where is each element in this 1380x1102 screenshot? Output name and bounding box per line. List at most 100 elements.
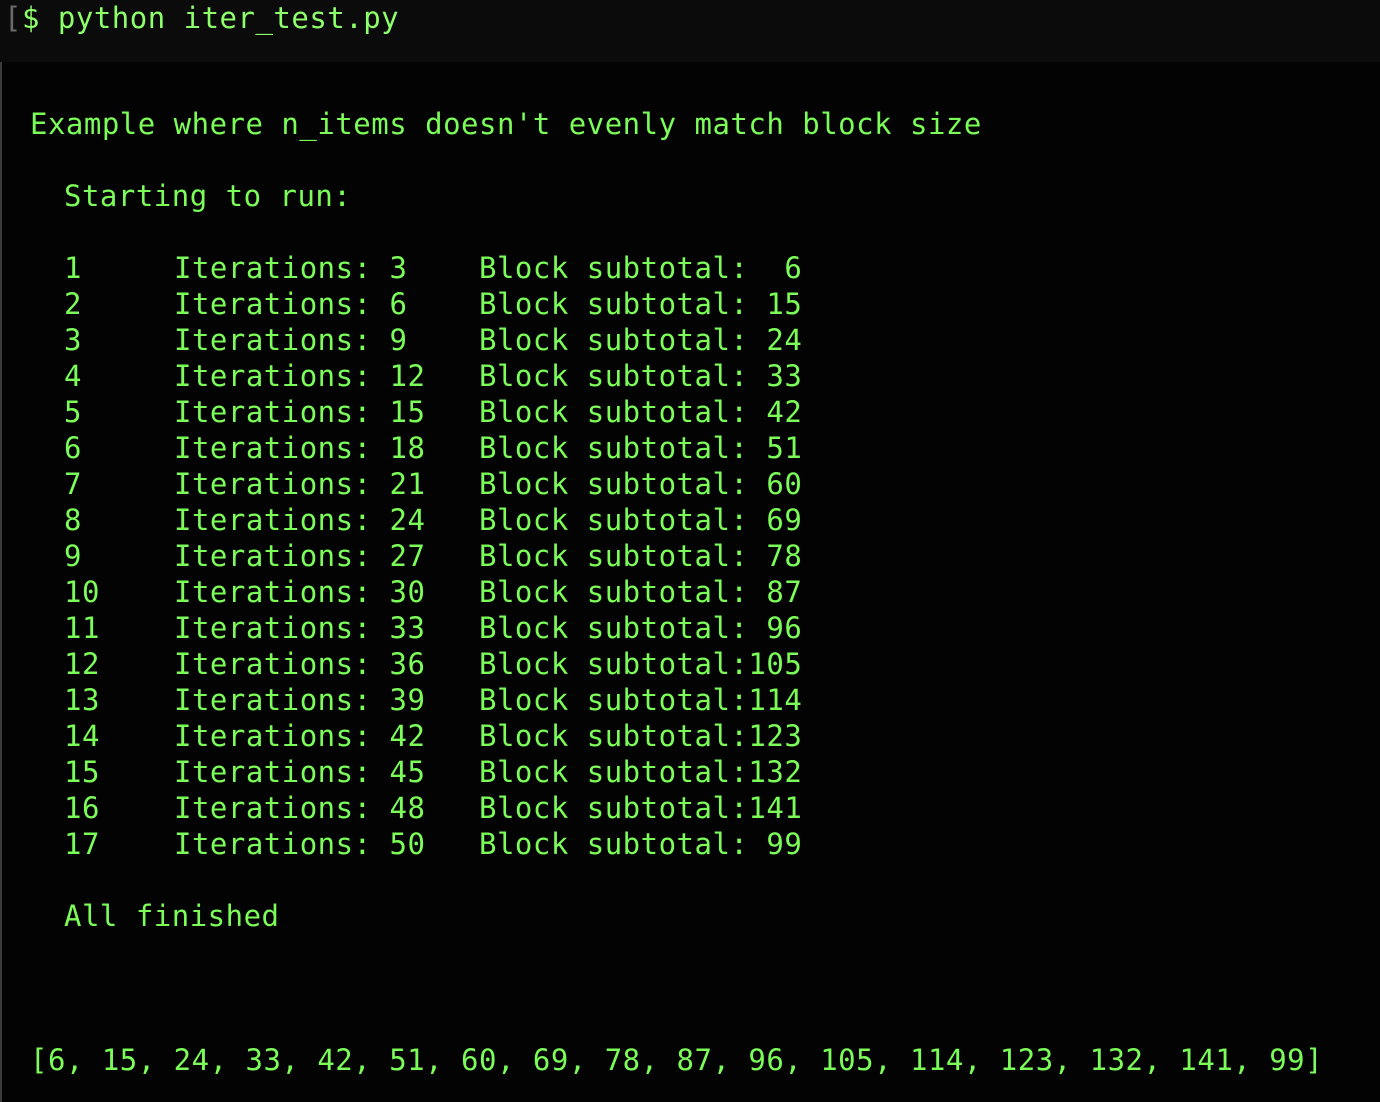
iterations-label: Iterations:: [174, 539, 372, 573]
row-number: 9: [64, 539, 82, 573]
block-subtotal-cell: Block subtotal: 96: [479, 610, 802, 646]
table-row: 1 Iterations: 3 Block subtotal: 6: [64, 250, 802, 286]
block-subtotal-value: 24: [748, 323, 803, 357]
iterations-value: 3: [389, 251, 408, 285]
iterations-cell: Iterations: 18: [174, 430, 479, 466]
iterations-value: 12: [389, 359, 426, 393]
row-number: 14: [64, 719, 100, 753]
block-subtotal-value: 69: [748, 503, 803, 537]
table-row: 3 Iterations: 9 Block subtotal: 24: [64, 322, 802, 358]
iterations-label: Iterations:: [174, 323, 372, 357]
iterations-value: 24: [389, 503, 426, 537]
block-subtotal-cell: Block subtotal:114: [479, 682, 802, 718]
iterations-cell: Iterations: 21: [174, 466, 479, 502]
iterations-cell: Iterations: 9: [174, 322, 479, 358]
block-subtotal-value: 60: [748, 467, 803, 501]
block-subtotal-value: 78: [748, 539, 803, 573]
finished-message: All finished: [64, 899, 280, 933]
row-number: 2: [64, 287, 82, 321]
output-header: Example where n_items doesn't evenly mat…: [30, 107, 982, 141]
table-row: 9 Iterations: 27 Block subtotal: 78: [64, 538, 802, 574]
block-subtotal-cell: Block subtotal: 15: [479, 286, 802, 322]
block-subtotal-label: Block subtotal:: [479, 431, 749, 465]
row-number: 4: [64, 359, 82, 393]
block-subtotal-cell: Block subtotal: 6: [479, 250, 802, 286]
block-subtotal-value: 141: [748, 791, 803, 825]
iterations-value: 33: [389, 611, 426, 645]
iterations-cell: Iterations: 27: [174, 538, 479, 574]
block-subtotal-cell: Block subtotal: 69: [479, 502, 802, 538]
block-subtotal-value: 105: [748, 647, 803, 681]
block-subtotal-value: 6: [748, 251, 803, 285]
iterations-label: Iterations:: [174, 755, 372, 789]
table-row: 17 Iterations: 50 Block subtotal: 99: [64, 826, 802, 862]
iterations-cell: Iterations: 15: [174, 394, 479, 430]
table-row: 10 Iterations: 30 Block subtotal: 87: [64, 574, 802, 610]
iterations-cell: Iterations: 24: [174, 502, 479, 538]
iterations-value: 9: [389, 323, 408, 357]
iterations-label: Iterations:: [174, 395, 372, 429]
row-number: 17: [64, 827, 100, 861]
block-subtotal-cell: Block subtotal: 60: [479, 466, 802, 502]
iterations-cell: Iterations: 33: [174, 610, 479, 646]
block-subtotal-label: Block subtotal:: [479, 251, 749, 285]
block-subtotal-cell: Block subtotal:132: [479, 754, 802, 790]
table-row: 13 Iterations: 39 Block subtotal:114: [64, 682, 802, 718]
block-subtotal-value: 99: [748, 827, 803, 861]
block-subtotal-value: 132: [748, 755, 803, 789]
block-subtotal-cell: Block subtotal:105: [479, 646, 802, 682]
block-subtotal-cell: Block subtotal:123: [479, 718, 802, 754]
block-subtotal-cell: Block subtotal: 24: [479, 322, 802, 358]
iterations-value: 36: [389, 647, 426, 681]
row-number: 11: [64, 611, 100, 645]
table-row: 15 Iterations: 45 Block subtotal:132: [64, 754, 802, 790]
block-subtotal-cell: Block subtotal: 42: [479, 394, 802, 430]
prompt-symbol: $: [21, 1, 40, 35]
starting-message: Starting to run:: [64, 179, 352, 213]
iterations-value: 21: [389, 467, 426, 501]
iterations-label: Iterations:: [174, 719, 372, 753]
row-number: 10: [64, 575, 100, 609]
row-number: 13: [64, 683, 100, 717]
iterations-cell: Iterations: 36: [174, 646, 479, 682]
block-subtotal-cell: Block subtotal: 33: [479, 358, 802, 394]
block-subtotal-label: Block subtotal:: [479, 287, 749, 321]
row-number: 7: [64, 467, 82, 501]
prompt-bracket: [: [4, 1, 22, 35]
command-line: [$ python iter_test.py: [4, 0, 399, 36]
block-subtotal-value: 15: [748, 287, 803, 321]
iterations-cell: Iterations: 6: [174, 286, 479, 322]
iterations-cell: Iterations: 42: [174, 718, 479, 754]
terminal-window[interactable]: [$ python iter_test.py Example where n_i…: [0, 0, 1380, 1102]
block-subtotal-value: 96: [748, 611, 803, 645]
row-number: 12: [64, 647, 100, 681]
iterations-value: 50: [389, 827, 426, 861]
iterations-label: Iterations:: [174, 503, 372, 537]
iterations-cell: Iterations: 45: [174, 754, 479, 790]
block-subtotal-value: 123: [748, 719, 803, 753]
row-number: 1: [64, 251, 82, 285]
block-subtotal-value: 51: [748, 431, 803, 465]
block-subtotal-label: Block subtotal:: [479, 395, 749, 429]
iterations-cell: Iterations: 30: [174, 574, 479, 610]
iterations-label: Iterations:: [174, 791, 372, 825]
table-row: 8 Iterations: 24 Block subtotal: 69: [64, 502, 802, 538]
block-subtotal-cell: Block subtotal: 99: [479, 826, 802, 862]
iterations-label: Iterations:: [174, 359, 372, 393]
table-row: 4 Iterations: 12 Block subtotal: 33: [64, 358, 802, 394]
block-subtotal-label: Block subtotal:: [479, 611, 749, 645]
block-subtotal-cell: Block subtotal: 51: [479, 430, 802, 466]
block-subtotal-label: Block subtotal:: [479, 647, 749, 681]
block-subtotal-value: 114: [748, 683, 803, 717]
iterations-label: Iterations:: [174, 467, 372, 501]
result-list: [6, 15, 24, 33, 42, 51, 60, 69, 78, 87, …: [30, 1043, 1324, 1077]
table-row: 12 Iterations: 36 Block subtotal:105: [64, 646, 802, 682]
iterations-label: Iterations:: [174, 647, 372, 681]
iterations-value: 6: [389, 287, 408, 321]
row-number: 3: [64, 323, 82, 357]
iterations-label: Iterations:: [174, 575, 372, 609]
block-subtotal-label: Block subtotal:: [479, 467, 749, 501]
window-edge: [0, 0, 2, 1102]
iterations-value: 45: [389, 755, 426, 789]
iterations-cell: Iterations: 39: [174, 682, 479, 718]
